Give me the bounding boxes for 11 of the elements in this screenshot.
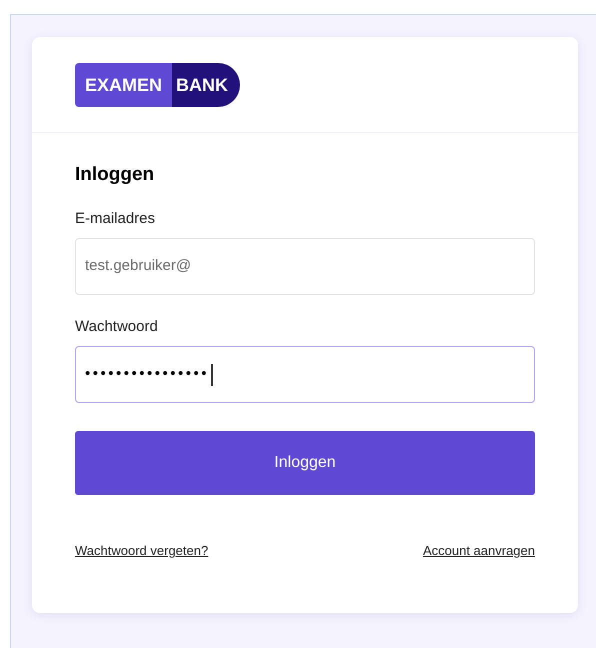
- input-field[interactable]: test.gebruiker@: [75, 238, 535, 295]
- login-button[interactable]: Inloggen: [75, 431, 535, 495]
- logo-text: EXAMEN: [75, 63, 172, 107]
- field-label: Wachtwoord: [75, 317, 159, 337]
- field-label: E-mailadres: [75, 209, 156, 229]
- input-field[interactable]: ••••••••••••••••: [75, 346, 535, 403]
- text-caret: [211, 364, 213, 386]
- logo-text: BANK: [172, 63, 240, 107]
- text-link[interactable]: Wachtwoord vergeten?: [75, 541, 208, 560]
- text-link[interactable]: Account aanvragen: [422, 541, 535, 560]
- form-title: Inloggen: [75, 163, 156, 187]
